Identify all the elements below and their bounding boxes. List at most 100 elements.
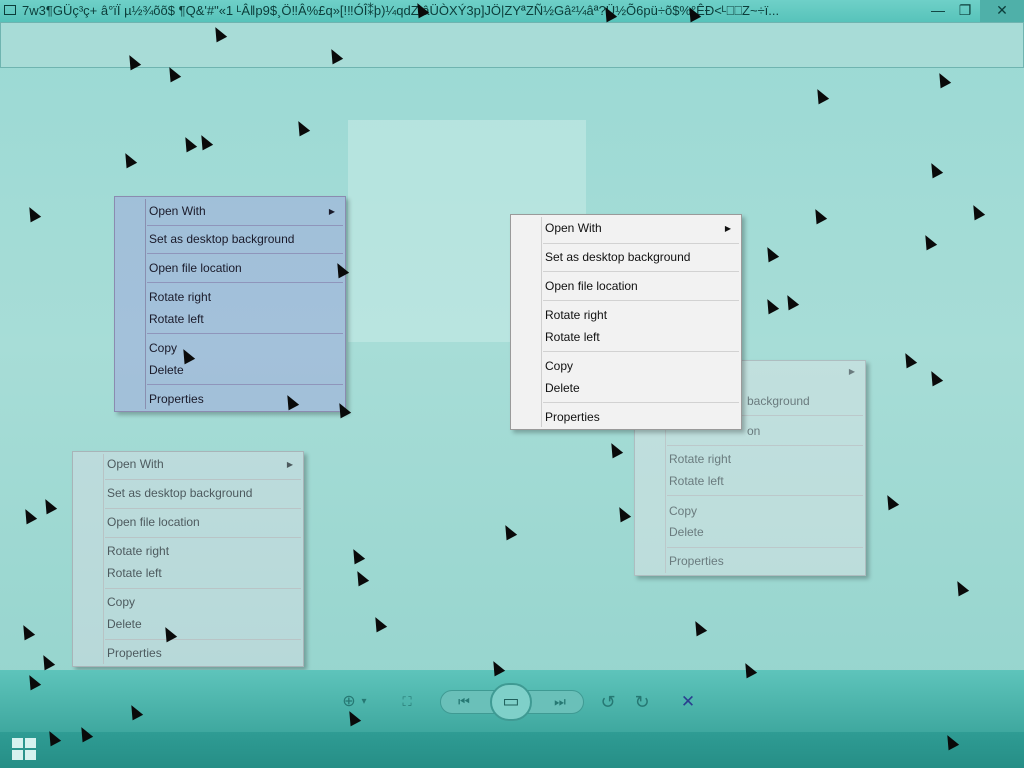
menu-separator: [543, 243, 739, 244]
menu-item-properties[interactable]: Properties: [545, 407, 600, 427]
submenu-arrow-icon: ▶: [724, 224, 731, 233]
delete-icon[interactable]: ✕: [676, 690, 700, 714]
menu-separator: [667, 495, 863, 496]
menu-item-properties[interactable]: Properties: [149, 389, 204, 409]
menu-separator: [105, 537, 301, 538]
taskbar: [0, 732, 1024, 768]
menu-item-properties: Properties: [669, 554, 724, 568]
menu-item-rotate-right[interactable]: Rotate right: [149, 287, 211, 307]
mouse-pointer-icon: [18, 622, 36, 641]
context-menu-faded: Open With ▶ Set as desktop background Op…: [72, 451, 304, 667]
mouse-pointer-icon: [762, 244, 780, 263]
menu-item-open-location[interactable]: Open file location: [545, 276, 638, 296]
menu-separator: [147, 253, 343, 254]
menu-item-delete[interactable]: Delete: [149, 360, 184, 380]
mouse-pointer-icon: [810, 206, 828, 225]
mouse-pointer-icon: [920, 232, 938, 251]
menu-separator: [147, 282, 343, 283]
app-icon: [4, 5, 16, 15]
menu-item-set-background: background: [747, 394, 810, 408]
menu-separator: [543, 271, 739, 272]
menu-gutter: [145, 199, 146, 409]
slideshow-icon: ▭: [502, 691, 520, 711]
mouse-pointer-icon: [762, 296, 780, 315]
mouse-pointer-icon: [926, 160, 944, 179]
command-bar: [0, 22, 1024, 68]
menu-separator: [543, 351, 739, 352]
maximize-button[interactable]: ❐: [952, 0, 978, 22]
mouse-pointer-icon: [352, 568, 370, 587]
menu-separator: [105, 639, 301, 640]
menu-item-set-background[interactable]: Set as desktop background: [149, 229, 294, 249]
menu-separator: [147, 384, 343, 385]
menu-item-rotate-left: Rotate left: [669, 474, 724, 488]
menu-separator: [105, 588, 301, 589]
close-button[interactable]: ✕: [980, 0, 1024, 22]
zoom-dropdown-icon[interactable]: ▾: [358, 690, 370, 714]
slideshow-button[interactable]: ▭: [490, 683, 532, 721]
menu-item-rotate-right[interactable]: Rotate right: [107, 541, 169, 561]
mouse-pointer-icon: [934, 70, 952, 89]
mouse-pointer-icon: [348, 546, 366, 565]
menu-item-set-background[interactable]: Set as desktop background: [545, 247, 690, 267]
menu-separator: [105, 508, 301, 509]
mouse-pointer-icon: [782, 292, 800, 311]
menu-item-rotate-right: Rotate right: [669, 452, 732, 466]
submenu-arrow-icon: ▶: [286, 460, 293, 469]
next-icon[interactable]: ⏭: [546, 690, 574, 714]
mouse-pointer-icon: [690, 618, 708, 637]
menu-item-open-with[interactable]: Open With: [149, 201, 206, 221]
menu-separator: [543, 402, 739, 403]
mouse-pointer-icon: [882, 492, 900, 511]
menu-item-rotate-left[interactable]: Rotate left: [107, 563, 162, 583]
menu-gutter: [103, 454, 104, 664]
menu-item-copy[interactable]: Copy: [107, 592, 135, 612]
rotate-clockwise-icon[interactable]: ↻: [630, 690, 654, 714]
start-button[interactable]: [12, 738, 38, 762]
mouse-pointer-icon: [900, 350, 918, 369]
menu-separator: [105, 479, 301, 480]
menu-item-copy[interactable]: Copy: [149, 338, 177, 358]
context-menu-active: Open With ▶ Set as desktop background Op…: [510, 214, 742, 430]
windows-logo-icon: [12, 750, 23, 760]
menu-item-open-location[interactable]: Open file location: [149, 258, 242, 278]
menu-separator: [543, 300, 739, 301]
mouse-pointer-icon: [196, 132, 214, 151]
menu-item-rotate-left[interactable]: Rotate left: [149, 309, 204, 329]
mouse-pointer-icon: [40, 496, 58, 515]
mouse-pointer-icon: [606, 440, 624, 459]
mouse-pointer-icon: [293, 118, 311, 137]
context-menu-blue: Open With ▶ Set as desktop background Op…: [114, 196, 346, 412]
submenu-arrow-icon: ▶: [848, 367, 855, 376]
menu-item-delete[interactable]: Delete: [107, 614, 142, 634]
mouse-pointer-icon: [812, 86, 830, 105]
menu-item-open-with[interactable]: Open With: [107, 454, 164, 474]
submenu-arrow-icon: ▶: [328, 207, 335, 216]
previous-icon[interactable]: ⏮: [450, 690, 478, 714]
mouse-pointer-icon: [180, 134, 198, 153]
mouse-pointer-icon: [120, 150, 138, 169]
menu-item-properties[interactable]: Properties: [107, 643, 162, 663]
mouse-pointer-icon: [370, 614, 388, 633]
mouse-pointer-icon: [968, 202, 986, 221]
menu-item-open-with[interactable]: Open With: [545, 218, 602, 238]
menu-item-set-background[interactable]: Set as desktop background: [107, 483, 252, 503]
menu-item-open-location[interactable]: Open file location: [107, 512, 200, 532]
title-bar: 7w3¶GÜç³ç+ â°ïÏ µ½¾õõ$ ¶Q&'#"«1 ᴸÂ‖p9$¸Ö…: [0, 0, 1024, 22]
menu-separator: [147, 333, 343, 334]
menu-item-rotate-left[interactable]: Rotate left: [545, 327, 600, 347]
windows-logo-icon: [25, 750, 36, 760]
minimize-button[interactable]: —: [924, 0, 952, 22]
windows-logo-icon: [12, 738, 23, 748]
menu-gutter: [541, 217, 542, 427]
mouse-pointer-icon: [614, 504, 632, 523]
actual-size-icon[interactable]: ⛶: [396, 690, 418, 714]
mouse-pointer-icon: [24, 204, 42, 223]
menu-item-rotate-right[interactable]: Rotate right: [545, 305, 607, 325]
rotate-counterclockwise-icon[interactable]: ↺: [596, 690, 620, 714]
menu-item-delete[interactable]: Delete: [545, 378, 580, 398]
windows-logo-icon: [25, 738, 36, 748]
menu-item-copy[interactable]: Copy: [545, 356, 573, 376]
mouse-pointer-icon: [926, 368, 944, 387]
menu-separator: [147, 225, 343, 226]
